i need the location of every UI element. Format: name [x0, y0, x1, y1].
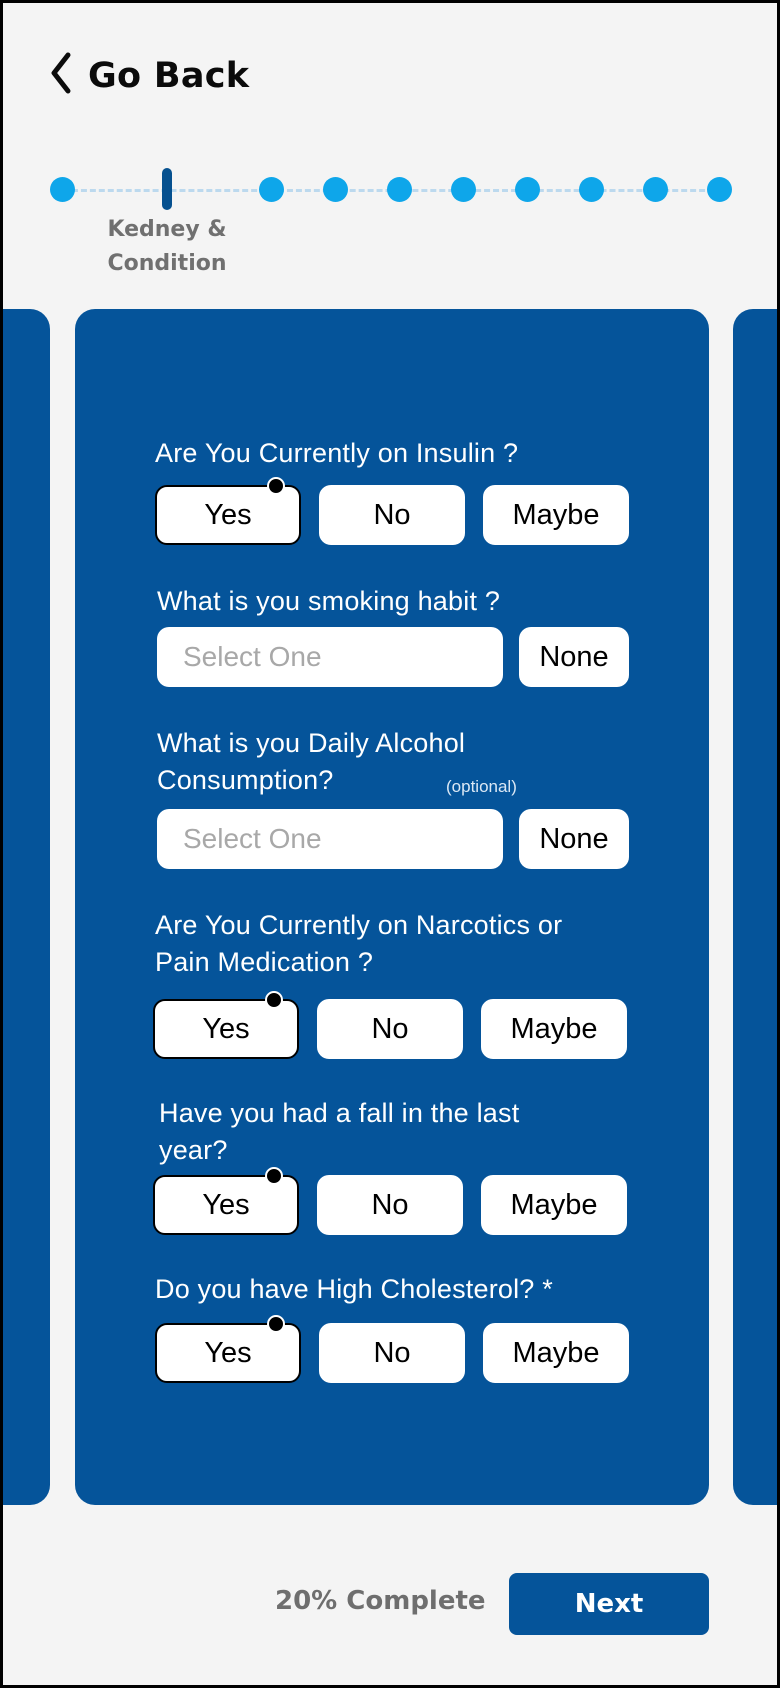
step-3-dot[interactable] — [259, 177, 284, 202]
step-9-dot[interactable] — [643, 177, 668, 202]
alcohol-select[interactable]: Select One — [157, 809, 503, 869]
smoking-question: What is you smoking habit ? — [157, 586, 501, 616]
step-label-line-2: Condition — [107, 251, 227, 276]
fall-no-option[interactable]: No — [317, 1175, 463, 1235]
fall-maybe-option[interactable]: Maybe — [481, 1175, 627, 1235]
step-label-line-1: Kedney & — [107, 217, 227, 242]
current-step-label: Kedney & Condition — [85, 213, 249, 281]
smoking-select[interactable]: Select One — [157, 627, 503, 687]
progress-text: 20% Complete — [275, 1586, 486, 1616]
progress-stepper: Kedney & Condition — [3, 163, 777, 283]
app-screen: Go Back Kedney & Condition Are You Curre… — [0, 0, 780, 1688]
insulin-no-option[interactable]: No — [319, 485, 465, 545]
narcotics-question: Are You Currently on Narcotics or Pain M… — [155, 907, 562, 981]
fall-question-line-1: Have you had a fall in the last — [159, 1098, 520, 1128]
go-back-button[interactable]: Go Back — [48, 51, 249, 100]
alcohol-none-button[interactable]: None — [519, 809, 629, 869]
narcotics-maybe-option[interactable]: Maybe — [481, 999, 627, 1059]
next-button[interactable]: Next — [509, 1573, 709, 1635]
chevron-left-icon — [48, 51, 76, 100]
step-1-dot[interactable] — [50, 177, 75, 202]
go-back-label: Go Back — [88, 55, 250, 96]
alcohol-question-line-2: Consumption? — [157, 765, 334, 795]
questionnaire-card: Are You Currently on Insulin ? Yes No Ma… — [75, 309, 709, 1505]
cholesterol-yes-option[interactable]: Yes — [155, 1315, 301, 1383]
previous-card-peek[interactable] — [3, 309, 50, 1505]
option-label: Yes — [202, 1012, 250, 1045]
narcotics-question-line-1: Are You Currently on Narcotics or — [155, 910, 563, 940]
step-10-dot[interactable] — [707, 177, 732, 202]
smoking-none-button[interactable]: None — [519, 627, 629, 687]
insulin-maybe-option[interactable]: Maybe — [483, 485, 629, 545]
selected-indicator-icon — [267, 1315, 285, 1333]
fall-question-line-2: year? — [159, 1135, 228, 1165]
optional-label: (optional) — [446, 777, 517, 796]
selected-indicator-icon — [265, 1167, 283, 1185]
step-2-current-marker[interactable] — [162, 168, 172, 210]
option-label: Yes — [204, 1336, 252, 1369]
narcotics-question-line-2: Pain Medication ? — [155, 947, 374, 977]
step-4-dot[interactable] — [323, 177, 348, 202]
option-label: Yes — [202, 1188, 250, 1221]
cholesterol-question: Do you have High Cholesterol? * — [155, 1274, 553, 1304]
selected-indicator-icon — [267, 477, 285, 495]
option-label: Yes — [204, 498, 252, 531]
fall-question: Have you had a fall in the last year? — [159, 1095, 519, 1169]
narcotics-yes-option[interactable]: Yes — [153, 991, 299, 1059]
fall-yes-option[interactable]: Yes — [153, 1167, 299, 1235]
next-card-peek[interactable] — [733, 309, 777, 1505]
cholesterol-no-option[interactable]: No — [319, 1323, 465, 1383]
cholesterol-maybe-option[interactable]: Maybe — [483, 1323, 629, 1383]
alcohol-question-line-1: What is you Daily Alcohol — [157, 728, 466, 758]
step-7-dot[interactable] — [515, 177, 540, 202]
step-8-dot[interactable] — [579, 177, 604, 202]
step-5-dot[interactable] — [387, 177, 412, 202]
step-6-dot[interactable] — [451, 177, 476, 202]
selected-indicator-icon — [265, 991, 283, 1009]
alcohol-question: What is you Daily Alcohol Consumption? — [157, 725, 465, 799]
narcotics-no-option[interactable]: No — [317, 999, 463, 1059]
insulin-question: Are You Currently on Insulin ? — [155, 438, 519, 468]
insulin-yes-option[interactable]: Yes — [155, 477, 301, 545]
